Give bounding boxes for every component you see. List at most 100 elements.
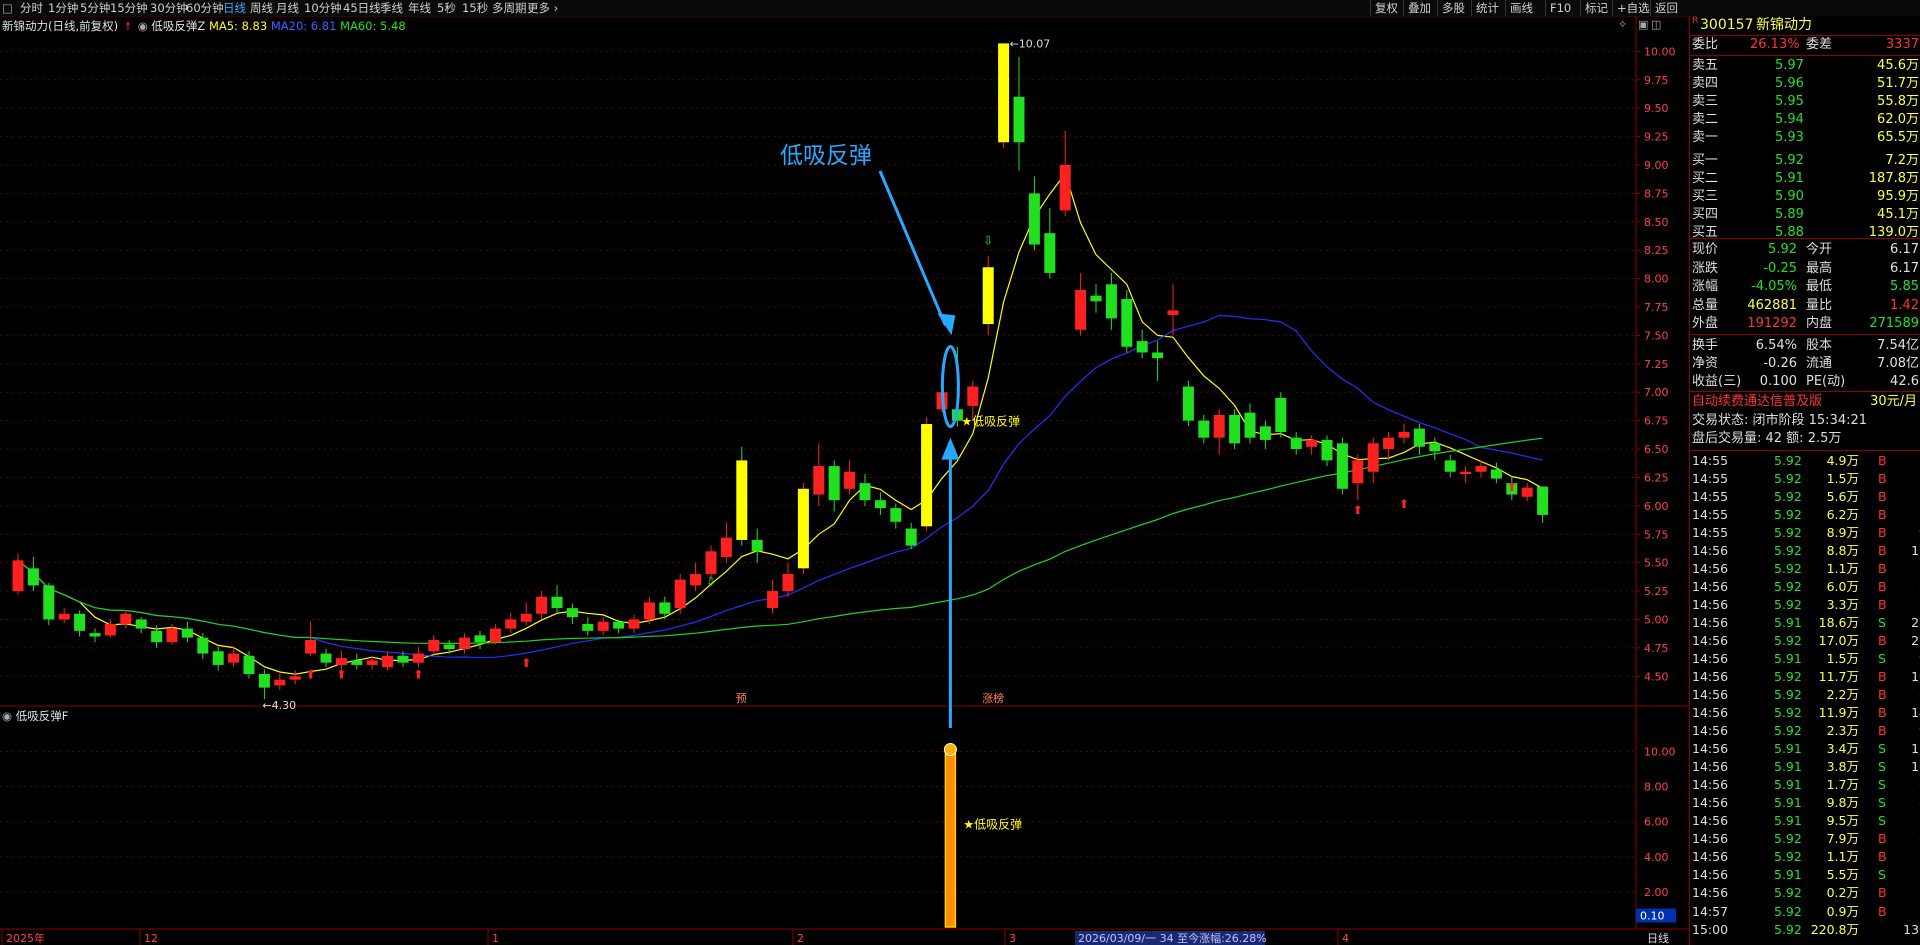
low-label: ←4.30 bbox=[262, 699, 296, 712]
tab-16[interactable]: 更多 › bbox=[527, 0, 558, 16]
order-label: 买二 bbox=[1692, 170, 1719, 186]
stat-row[interactable]: 总量 462881 量比 1.42 bbox=[1690, 297, 1920, 315]
toolbar-button-2[interactable]: 多股 bbox=[1437, 0, 1469, 16]
order-label: 买四 bbox=[1692, 206, 1719, 222]
tick-volume: 0.2万 bbox=[1826, 885, 1859, 901]
stat-row[interactable]: 外盘 191292 内盘 271589 bbox=[1690, 315, 1920, 333]
ask-row[interactable]: 卖二 5.94 62.0万 bbox=[1690, 111, 1920, 129]
stat-value: 7.54亿 bbox=[1877, 338, 1919, 353]
tick-time: 14:56 bbox=[1692, 669, 1729, 685]
stat-row[interactable]: 涨幅 -4.05% 最低 5.85 bbox=[1690, 278, 1920, 296]
promo-row[interactable]: 自动续费通达信普及版 30元/月 bbox=[1690, 393, 1920, 411]
bid-row[interactable]: 买五 5.88 139.0万 bbox=[1690, 224, 1920, 242]
ask-row[interactable]: 卖一 5.93 65.5万 bbox=[1690, 129, 1920, 147]
tab-0[interactable]: 分时 bbox=[20, 0, 43, 16]
order-price: 5.89 bbox=[1775, 206, 1804, 222]
toolbar-button-5[interactable]: F10 bbox=[1545, 0, 1575, 16]
stat-row[interactable]: 涨跌 -0.25 最高 6.17 bbox=[1690, 260, 1920, 278]
tab-9[interactable]: 10分钟 bbox=[304, 0, 342, 16]
tick-time: 14:56 bbox=[1692, 705, 1729, 721]
tick-price: 5.92 bbox=[1774, 507, 1802, 523]
close-panel-icon[interactable]: ◫ bbox=[1651, 18, 1661, 31]
tick-side: B bbox=[1878, 471, 1887, 487]
tick-time: 14:55 bbox=[1692, 489, 1729, 505]
tab-15[interactable]: 多周期 bbox=[492, 0, 527, 16]
toolbar-button-0[interactable]: 复权 bbox=[1370, 0, 1402, 16]
tab-14[interactable]: 15秒 bbox=[462, 0, 488, 16]
candle-body bbox=[1398, 431, 1410, 438]
promo-text[interactable]: 自动续费通达信普及版 bbox=[1692, 393, 1822, 411]
stat-row[interactable]: 净资 -0.26 流通 7.08亿 bbox=[1690, 355, 1920, 373]
tab-10[interactable]: 45日线 bbox=[343, 0, 381, 16]
order-volume: 62.0万 bbox=[1877, 112, 1919, 128]
x-tick-label: 3 bbox=[1009, 932, 1016, 945]
candle-body bbox=[921, 424, 933, 527]
tab-11[interactable]: 季线 bbox=[380, 0, 403, 16]
order-price: 5.93 bbox=[1775, 130, 1804, 146]
ask-row[interactable]: 卖五 5.97 45.6万 bbox=[1690, 57, 1920, 75]
toolbar-button-4[interactable]: 画线 bbox=[1505, 0, 1537, 16]
order-label: 买五 bbox=[1692, 224, 1719, 240]
tab-8[interactable]: 月线 bbox=[276, 0, 299, 16]
candle-body bbox=[505, 619, 517, 629]
stat-row[interactable]: 收益(三) 0.100 PE(动) 42.6 bbox=[1690, 373, 1920, 391]
order-price: 5.96 bbox=[1775, 76, 1804, 92]
window-restore-icon[interactable]: ▣ bbox=[1638, 18, 1648, 31]
toolbar-button-7[interactable]: +自选 bbox=[1612, 0, 1654, 16]
toolbar-button-6[interactable]: 标记 bbox=[1580, 0, 1612, 16]
tab-2[interactable]: 5分钟 bbox=[80, 0, 110, 16]
ask-row[interactable]: 卖三 5.95 55.8万 bbox=[1690, 93, 1920, 111]
menu-icon[interactable]: □ bbox=[2, 0, 13, 16]
tick-side: B bbox=[1878, 561, 1887, 577]
stat-row[interactable]: 现价 5.92 今开 6.17 bbox=[1690, 241, 1920, 259]
indicator-toggle-icon[interactable]: ◉ bbox=[134, 19, 151, 33]
weicha-value: 3337 bbox=[1885, 37, 1919, 52]
arrow-head-up bbox=[941, 437, 960, 460]
buy-arrow-icon: ⬆ bbox=[521, 656, 531, 670]
bid-row[interactable]: 买四 5.89 45.1万 bbox=[1690, 206, 1920, 224]
indicator-toggle-icon[interactable]: ◉ bbox=[2, 709, 16, 723]
tick-count: 28 bbox=[1911, 615, 1920, 631]
toolbar-button-8[interactable]: 返回 bbox=[1650, 0, 1682, 16]
sub-indicator-name[interactable]: 低吸反弹F bbox=[16, 709, 69, 723]
candle-body bbox=[320, 653, 332, 663]
candle-body bbox=[767, 591, 779, 609]
indicator-name[interactable]: 低吸反弹Z bbox=[151, 19, 205, 33]
ma20-line bbox=[17, 314, 1543, 659]
buy-arrow-icon: ⬆ bbox=[413, 668, 423, 682]
candle-body bbox=[1075, 289, 1087, 330]
bid-row[interactable]: 买三 5.90 95.9万 bbox=[1690, 188, 1920, 206]
candle-body bbox=[1044, 233, 1056, 273]
ask-row[interactable]: 卖四 5.96 51.7万 bbox=[1690, 75, 1920, 93]
tick-volume: 5.6万 bbox=[1826, 489, 1859, 505]
tick-price: 5.92 bbox=[1774, 525, 1802, 541]
stat-row[interactable]: 换手 6.54% 股本 7.54亿 bbox=[1690, 337, 1920, 355]
y-tick-label: 6.50 bbox=[1644, 443, 1669, 456]
tab-6[interactable]: 日线 bbox=[223, 0, 246, 16]
tab-3[interactable]: 15分钟 bbox=[110, 0, 148, 16]
tab-7[interactable]: 周线 bbox=[250, 0, 273, 16]
tab-13[interactable]: 5秒 bbox=[437, 0, 456, 16]
ma5-label: MA5: 8.83 bbox=[208, 19, 268, 33]
fullscreen-icon[interactable]: ✧ bbox=[1618, 18, 1627, 31]
promo-price[interactable]: 30元/月 bbox=[1870, 393, 1917, 411]
toolbar-button-3[interactable]: 统计 bbox=[1471, 0, 1503, 16]
candle-body bbox=[1198, 420, 1210, 438]
candle-body bbox=[844, 471, 856, 489]
tick-side: B bbox=[1878, 525, 1887, 541]
tick-side: B bbox=[1878, 903, 1887, 919]
candle-body bbox=[859, 483, 871, 501]
bid-row[interactable]: 买一 5.92 7.2万 bbox=[1690, 152, 1920, 170]
tab-1[interactable]: 1分钟 bbox=[48, 0, 78, 16]
stat-label: 换手 bbox=[1692, 338, 1719, 353]
tick-price: 5.92 bbox=[1774, 723, 1802, 739]
order-price: 5.92 bbox=[1775, 152, 1804, 168]
tab-4[interactable]: 30分钟 bbox=[150, 0, 188, 16]
tick-side: B bbox=[1878, 705, 1887, 721]
tab-12[interactable]: 年线 bbox=[408, 0, 431, 16]
candle-body bbox=[674, 579, 686, 609]
toolbar-button-1[interactable]: 叠加 bbox=[1403, 0, 1435, 16]
tab-5[interactable]: 60分钟 bbox=[186, 0, 224, 16]
bid-row[interactable]: 买二 5.91 187.8万 bbox=[1690, 170, 1920, 188]
order-label: 卖五 bbox=[1692, 58, 1719, 73]
